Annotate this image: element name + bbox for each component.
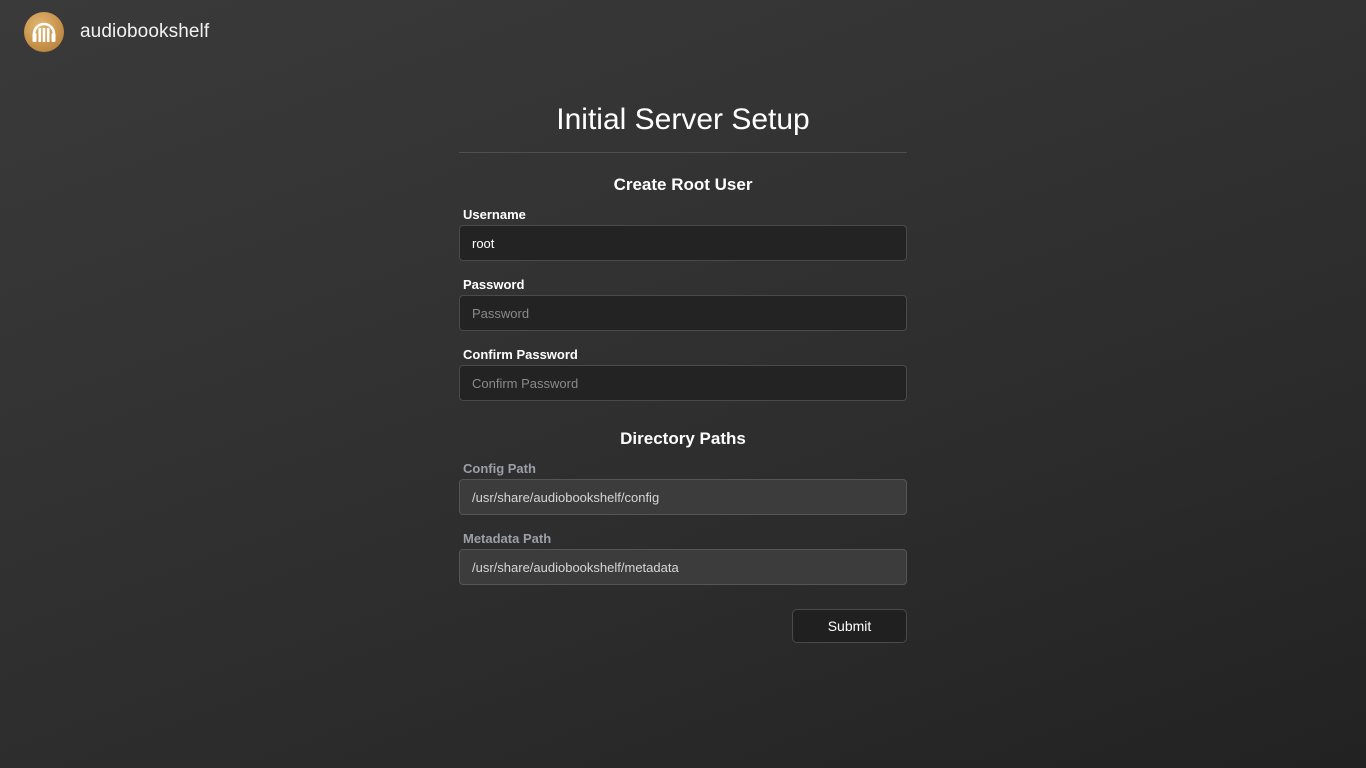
password-field-group: Password [459,277,907,331]
section-title-directory-paths: Directory Paths [620,429,746,448]
metadata-path-label: Metadata Path [463,531,552,546]
config-path-field-group: Config Path [459,461,907,515]
submit-button[interactable]: Submit [792,609,907,643]
metadata-path-field-group: Metadata Path [459,531,907,585]
config-path-label: Config Path [463,461,536,476]
confirm-password-input[interactable] [459,365,907,401]
confirm-password-field-group: Confirm Password [459,347,907,401]
setup-form: Initial Server Setup Create Root User Us… [459,98,907,643]
metadata-path-input [459,549,907,585]
password-label: Password [463,277,525,292]
audiobookshelf-logo-icon[interactable] [24,12,64,52]
brand-name[interactable]: audiobookshelf [80,21,209,43]
headphones-books-icon [32,22,56,42]
page-title: Initial Server Setup [556,103,810,136]
brand-header: audiobookshelf [24,12,209,52]
username-input[interactable] [459,225,907,261]
title-divider [459,152,907,153]
confirm-password-label: Confirm Password [463,347,578,362]
config-path-input [459,479,907,515]
form-actions: Submit [459,609,907,643]
username-field-group: Username [459,207,907,261]
section-title-root-user: Create Root User [613,175,753,194]
password-input[interactable] [459,295,907,331]
username-label: Username [463,207,526,222]
